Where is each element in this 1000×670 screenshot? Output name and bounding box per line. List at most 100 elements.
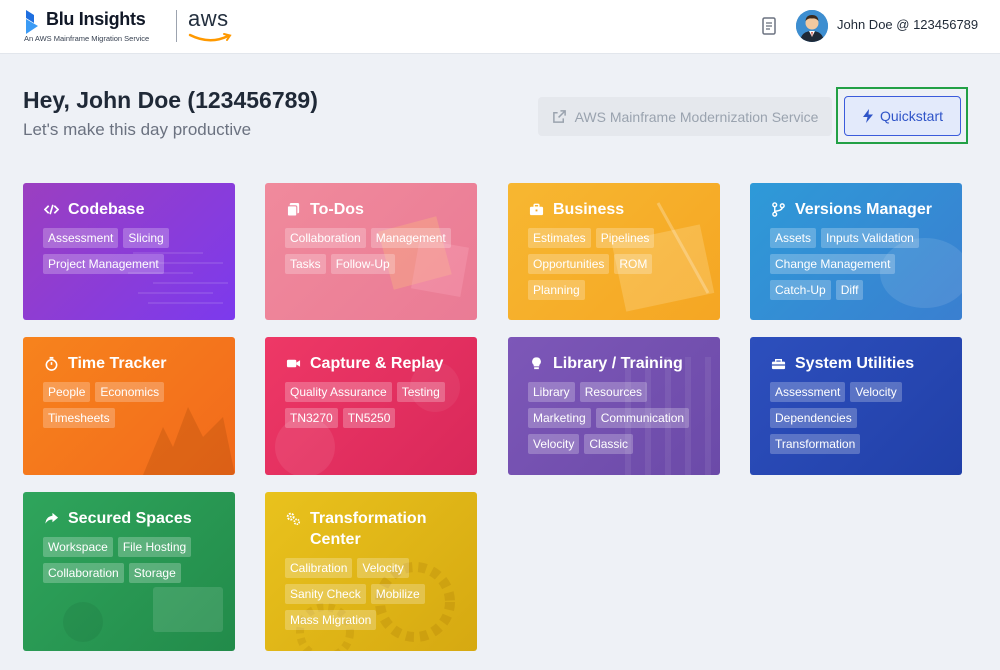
logo-divider [176,10,177,42]
card-tag[interactable]: File Hosting [117,537,192,557]
card-title: Versions Manager [750,183,962,220]
card-title: Transformation Center [265,492,477,550]
card-tag[interactable]: Pipelines [595,228,655,248]
card-tag[interactable]: ROM [614,254,653,274]
aws-smile-icon [188,33,232,42]
card-tag[interactable]: Mass Migration [285,610,377,630]
copy-icon [285,199,302,220]
card-title-text: Versions Manager [795,201,932,218]
card-tag[interactable]: Collaboration [43,563,124,583]
card-tag[interactable]: Calibration [285,558,353,578]
user-avatar[interactable] [796,10,828,42]
card-tag[interactable]: Estimates [528,228,591,248]
card-tag[interactable]: Workspace [43,537,113,557]
card-tag[interactable]: Velocity [528,434,580,454]
card-tag[interactable]: Planning [528,280,585,300]
card-tag[interactable]: Diff [835,280,864,300]
card-tag[interactable]: Marketing [528,408,591,428]
card-tag[interactable]: Management [370,228,451,248]
card-tags: People Economics Timesheets [23,374,235,428]
card-title-text: Transformation Center [310,510,427,548]
card-secured-spaces[interactable]: Secured Spaces Workspace File Hosting Co… [23,492,235,651]
card-title-text: Secured Spaces [68,510,192,527]
external-link-icon [552,110,566,123]
blu-insights-logo[interactable]: Blu Insights An AWS Mainframe Migration … [24,6,232,46]
card-tag[interactable]: Assessment [770,382,846,402]
card-tag[interactable]: Communication [595,408,690,428]
card-tag[interactable]: TN5250 [342,408,396,428]
card-tag[interactable]: Slicing [123,228,169,248]
card-tags: Library Resources Marketing Communicatio… [508,374,720,454]
card-title: Business [508,183,720,220]
card-tags: Workspace File Hosting Collaboration Sto… [23,529,235,583]
quickstart-label: Quickstart [879,108,943,124]
card-tag[interactable]: Quality Assurance [285,382,392,402]
card-tags: Quality Assurance Testing TN3270 TN5250 [265,374,477,428]
brand-name: Blu Insights [46,9,146,29]
card-tag[interactable]: Project Management [43,254,164,274]
brand-subtitle: An AWS Mainframe Migration Service [24,34,150,43]
quickstart-button[interactable]: Quickstart [844,96,961,136]
card-tag[interactable]: Timesheets [43,408,115,428]
lightbulb-icon [528,353,545,374]
card-tag[interactable]: Inputs Validation [821,228,919,248]
card-tags: Assessment Slicing Project Management [23,220,235,274]
aws-logo: aws [188,6,236,46]
card-codebase[interactable]: Codebase Assessment Slicing Project Mana… [23,183,235,320]
user-label[interactable]: John Doe @ 123456789 [837,17,978,32]
page-subtitle: Let's make this day productive [23,120,252,139]
card-tag[interactable]: Catch-Up [770,280,831,300]
blu-insights-logo-icon [26,10,38,34]
card-to-dos[interactable]: To-Dos Collaboration Management Tasks Fo… [265,183,477,320]
card-library-training[interactable]: Library / Training Library Resources Mar… [508,337,720,475]
bolt-icon [862,109,873,123]
card-tag[interactable]: Storage [128,563,181,583]
card-title-text: Codebase [68,201,145,218]
card-title-text: To-Dos [310,201,364,218]
card-tag[interactable]: Velocity [850,382,902,402]
card-tag[interactable]: Tasks [285,254,326,274]
card-capture-replay[interactable]: Capture & Replay Quality Assurance Testi… [265,337,477,475]
card-tag[interactable]: Transformation [770,434,861,454]
card-tag[interactable]: Assets [770,228,817,248]
card-tag[interactable]: Follow-Up [330,254,395,274]
card-tags: Assets Inputs Validation Change Manageme… [750,220,962,300]
card-title: To-Dos [265,183,477,220]
card-tag[interactable]: Resources [579,382,648,402]
card-title-text: Time Tracker [68,355,167,372]
card-tag[interactable]: Classic [584,434,634,454]
card-tag[interactable]: Mobilize [370,584,425,604]
card-tag[interactable]: Change Management [770,254,896,274]
card-tag[interactable]: Velocity [357,558,409,578]
card-tag[interactable]: Sanity Check [285,584,366,604]
card-system-utilities[interactable]: System Utilities Assessment Velocity Dep… [750,337,962,475]
card-tags: Assessment Velocity Dependencies Transfo… [750,374,962,454]
document-icon[interactable] [760,16,778,36]
user-avatar-icon [796,10,828,42]
card-versions-manager[interactable]: Versions Manager Assets Inputs Validatio… [750,183,962,320]
card-tag[interactable]: Collaboration [285,228,366,248]
top-bar: Blu Insights An AWS Mainframe Migration … [0,0,1000,54]
card-business[interactable]: Business Estimates Pipelines Opportuniti… [508,183,720,320]
card-tag[interactable]: People [43,382,91,402]
briefcase-icon [528,199,545,220]
card-title-text: System Utilities [795,355,915,372]
aws-logo-text: aws [188,6,229,31]
card-title-text: Capture & Replay [310,355,444,372]
card-title: Time Tracker [23,337,235,374]
card-tag[interactable]: Opportunities [528,254,610,274]
aws-mainframe-service-button[interactable]: AWS Mainframe Modernization Service [538,97,832,136]
card-transformation-center[interactable]: Transformation Center Calibration Veloci… [265,492,477,651]
card-tag[interactable]: Economics [95,382,165,402]
card-tag[interactable]: Dependencies [770,408,857,428]
card-tag[interactable]: Library [528,382,575,402]
card-tag[interactable]: TN3270 [285,408,338,428]
card-title: System Utilities [750,337,962,374]
card-time-tracker[interactable]: Time Tracker People Economics Timesheets [23,337,235,475]
card-tag[interactable]: Testing [396,382,445,402]
card-title: Capture & Replay [265,337,477,374]
card-tags: Collaboration Management Tasks Follow-Up [265,220,477,274]
aws-mainframe-service-label: AWS Mainframe Modernization Service [574,108,819,125]
card-tag[interactable]: Assessment [43,228,119,248]
code-icon [43,199,60,220]
